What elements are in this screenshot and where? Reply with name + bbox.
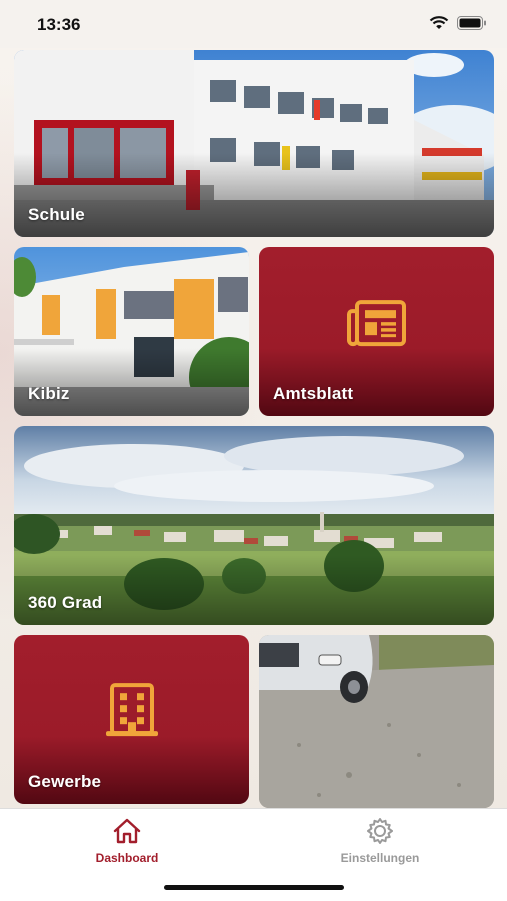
tab-dashboard[interactable]: Dashboard xyxy=(57,817,197,865)
school-photo xyxy=(14,50,494,237)
status-time: 13:36 xyxy=(37,15,81,34)
tab-einstellungen[interactable]: Einstellungen xyxy=(310,817,450,865)
tile-schule[interactable]: Schule xyxy=(14,50,494,237)
tile-label: Amtsblatt xyxy=(273,384,354,403)
road-photo xyxy=(259,635,494,808)
wifi-icon xyxy=(429,16,449,35)
newspaper-icon xyxy=(346,299,407,352)
tile-kibiz[interactable]: Kibiz xyxy=(14,247,249,416)
tile-label: Kibiz xyxy=(28,384,70,403)
tile-road-photo[interactable] xyxy=(259,635,494,808)
battery-icon xyxy=(457,16,487,35)
tab-label: Dashboard xyxy=(95,851,159,865)
tile-label: Schule xyxy=(28,205,85,224)
gear-icon xyxy=(310,817,450,845)
tile-amtsblatt[interactable]: Amtsblatt xyxy=(259,247,494,416)
tile-gewerbe[interactable]: Gewerbe xyxy=(14,635,249,804)
building-icon xyxy=(103,682,161,743)
tile-360-grad[interactable]: 360 Grad xyxy=(14,426,494,625)
tile-label: 360 Grad xyxy=(28,593,103,612)
home-indicator xyxy=(164,885,344,890)
tab-label: Einstellungen xyxy=(340,851,420,865)
status-bar: 13:36 xyxy=(0,0,507,48)
home-icon xyxy=(57,817,197,845)
tile-label: Gewerbe xyxy=(28,772,102,791)
